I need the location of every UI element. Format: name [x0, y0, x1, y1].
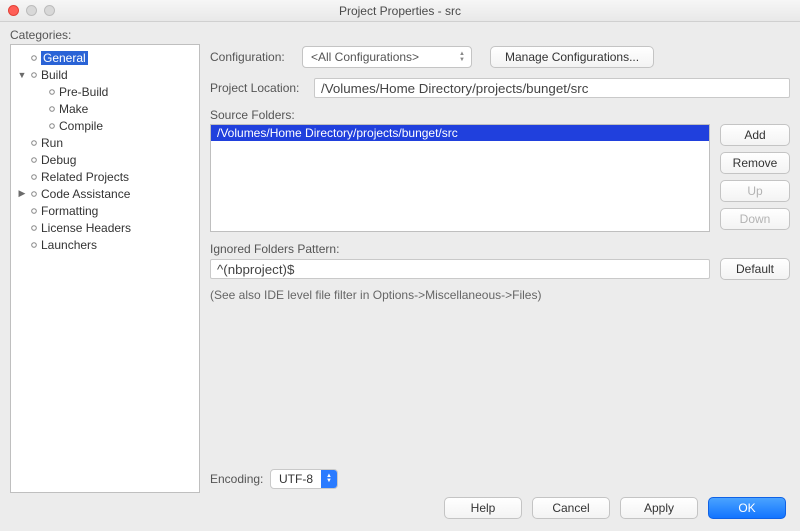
bullet-icon [29, 189, 39, 199]
bullet-icon [29, 138, 39, 148]
configuration-value: <All Configurations> [311, 50, 419, 64]
bullet-icon [47, 87, 57, 97]
tree-item-pre-build[interactable]: Pre-Build [11, 83, 199, 100]
tree-item-label: Compile [59, 119, 103, 133]
tree-item-launchers[interactable]: Launchers [11, 236, 199, 253]
add-button[interactable]: Add [720, 124, 790, 146]
tree-item-label: Related Projects [41, 170, 129, 184]
remove-button[interactable]: Remove [720, 152, 790, 174]
tree-item-code-assistance[interactable]: ▶ Code Assistance [11, 185, 199, 202]
ignored-hint: (See also IDE level file filter in Optio… [210, 288, 790, 302]
tree-item-run[interactable]: Run [11, 134, 199, 151]
bullet-icon [29, 155, 39, 165]
tree-item-related-projects[interactable]: Related Projects [11, 168, 199, 185]
source-folders-label: Source Folders: [210, 108, 790, 122]
zoom-icon [44, 5, 55, 16]
close-icon[interactable] [8, 5, 19, 16]
bullet-icon [47, 104, 57, 114]
bullet-icon [29, 70, 39, 80]
configuration-label: Configuration: [210, 50, 302, 64]
tree-item-label: Run [41, 136, 63, 150]
bullet-icon [29, 53, 39, 63]
ok-button[interactable]: OK [708, 497, 786, 519]
tree-item-label: Formatting [41, 204, 98, 218]
tree-item-label: Make [59, 102, 88, 116]
tree-item-compile[interactable]: Compile [11, 117, 199, 134]
tree-item-label: Launchers [41, 238, 97, 252]
down-button: Down [720, 208, 790, 230]
categories-tree[interactable]: General ▼ Build Pre-Build Make Compile Run Debu… [10, 44, 200, 493]
bullet-icon [29, 240, 39, 250]
default-button[interactable]: Default [720, 258, 790, 280]
encoding-label: Encoding: [210, 472, 270, 486]
project-location-label: Project Location: [210, 81, 314, 95]
cancel-button[interactable]: Cancel [532, 497, 610, 519]
tree-item-label: Code Assistance [41, 187, 130, 201]
tree-item-label: Debug [41, 153, 76, 167]
configuration-select[interactable]: <All Configurations> ▲▼ [302, 46, 472, 68]
ignored-pattern-label: Ignored Folders Pattern: [210, 242, 790, 256]
tree-item-formatting[interactable]: Formatting [11, 202, 199, 219]
disclosure-open-icon[interactable]: ▼ [15, 70, 29, 80]
encoding-value: UTF-8 [271, 472, 321, 486]
ignored-pattern-field[interactable] [210, 259, 710, 279]
stepper-icon: ▲▼ [459, 51, 465, 63]
up-button: Up [720, 180, 790, 202]
manage-configurations-button[interactable]: Manage Configurations... [490, 46, 654, 68]
apply-button[interactable]: Apply [620, 497, 698, 519]
tree-item-general[interactable]: General [11, 49, 199, 66]
tree-item-make[interactable]: Make [11, 100, 199, 117]
tree-item-label: Pre-Build [59, 85, 108, 99]
list-item[interactable]: /Volumes/Home Directory/projects/bunget/… [211, 125, 709, 141]
tree-item-label: License Headers [41, 221, 131, 235]
source-folders-list[interactable]: /Volumes/Home Directory/projects/bunget/… [210, 124, 710, 232]
tree-item-debug[interactable]: Debug [11, 151, 199, 168]
categories-label: Categories: [10, 28, 200, 42]
bullet-icon [29, 206, 39, 216]
project-location-field [314, 78, 790, 98]
titlebar: Project Properties - src [0, 0, 800, 22]
tree-item-label: General [41, 51, 88, 65]
disclosure-closed-icon[interactable]: ▶ [15, 188, 29, 199]
bullet-icon [47, 121, 57, 131]
chevron-updown-icon: ▲▼ [321, 470, 337, 488]
tree-item-build[interactable]: ▼ Build [11, 66, 199, 83]
tree-item-license-headers[interactable]: License Headers [11, 219, 199, 236]
help-button[interactable]: Help [444, 497, 522, 519]
window-title: Project Properties - src [339, 4, 461, 18]
encoding-select[interactable]: UTF-8 ▲▼ [270, 469, 338, 489]
bullet-icon [29, 172, 39, 182]
bullet-icon [29, 223, 39, 233]
tree-item-label: Build [41, 68, 68, 82]
minimize-icon [26, 5, 37, 16]
